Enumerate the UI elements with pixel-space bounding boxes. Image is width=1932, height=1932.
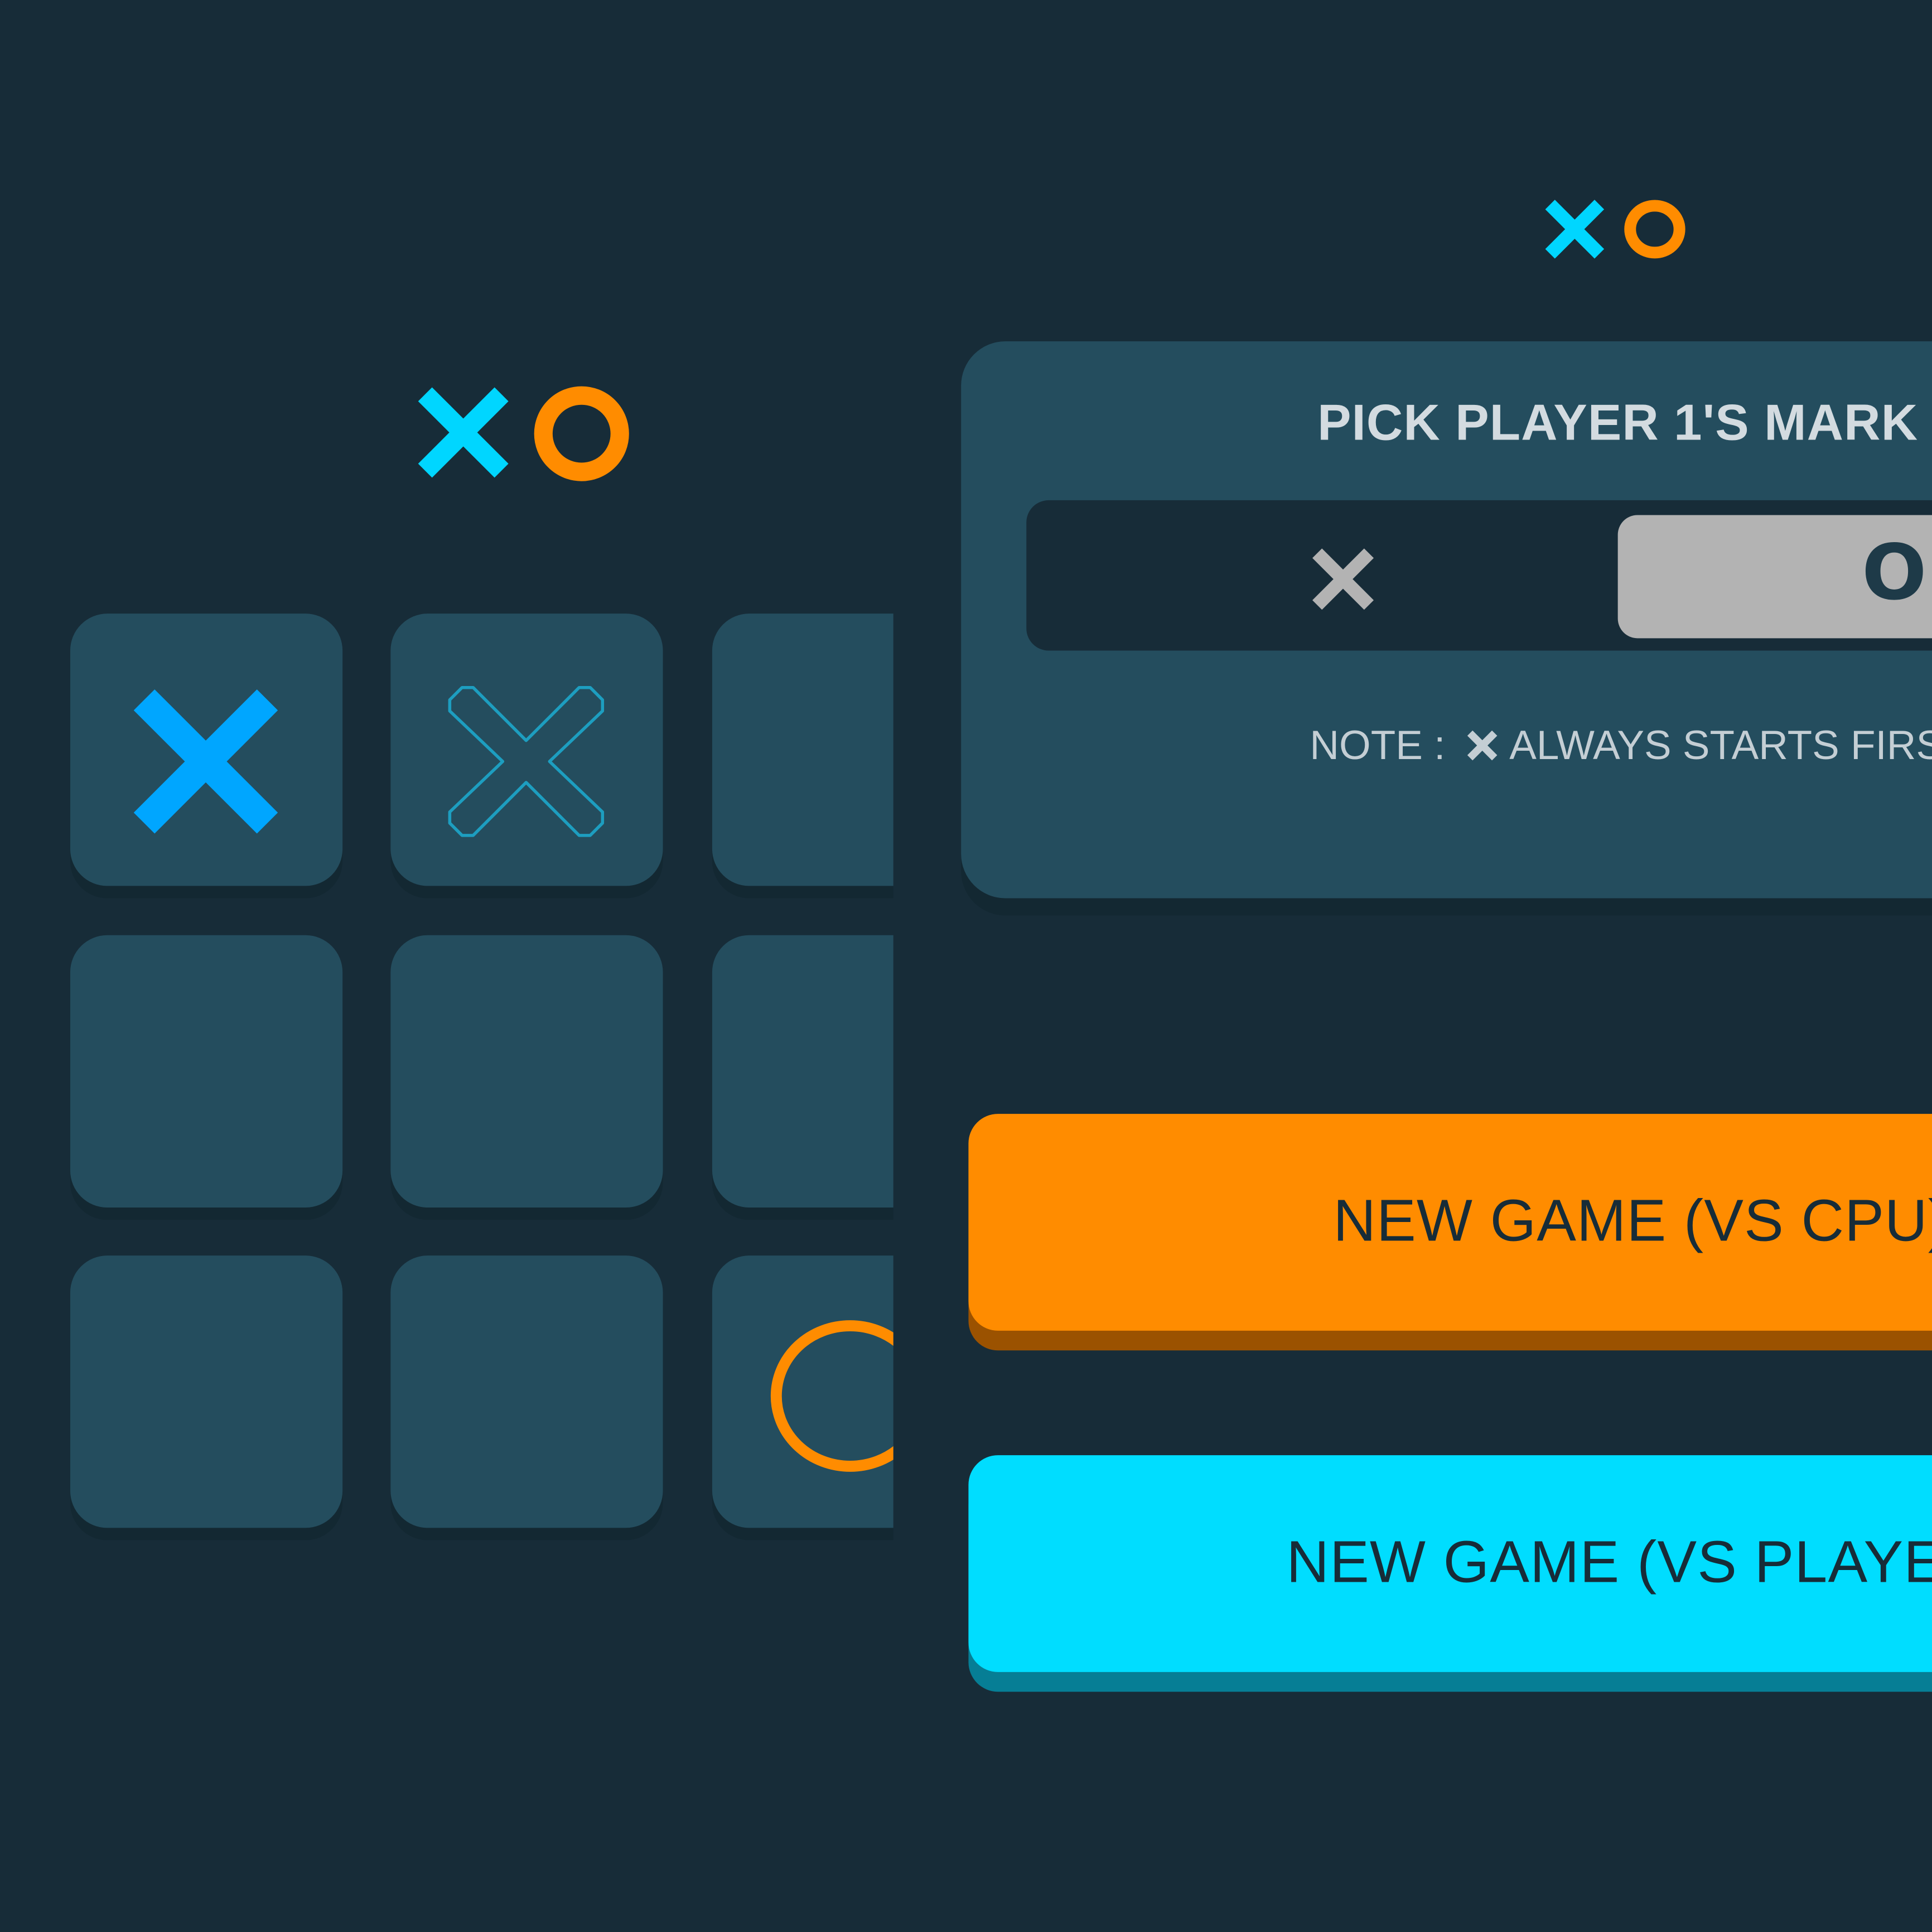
toggle-option-o[interactable]: O — [1617, 515, 1932, 639]
new-game-vs-player-button[interactable]: NEW GAME (VS PLAYER) — [968, 1455, 1932, 1672]
note-prefix: NOTE : — [1310, 722, 1446, 768]
note-line: NOTE : ALWAYS STARTS FIRST — [1310, 722, 1932, 769]
board-cell-2[interactable] — [390, 614, 663, 886]
new-game-menu: PICK PLAYER 1'S MARK O NOTE : ALWAYS STA… — [893, 0, 1932, 1932]
mark-toggle: O — [1026, 500, 1932, 651]
o-mark-icon — [1624, 200, 1685, 259]
board-cell-5[interactable] — [390, 935, 663, 1208]
board-cell-7[interactable] — [70, 1255, 343, 1528]
board-cell-6[interactable] — [712, 935, 893, 1208]
board-cell-8[interactable] — [390, 1255, 663, 1528]
x-mark-icon — [133, 689, 278, 834]
game-logo — [416, 384, 632, 483]
button-label: NEW GAME (VS PLAYER) — [1286, 1530, 1932, 1596]
board-cell-9[interactable] — [712, 1255, 893, 1528]
x-mark-icon — [418, 387, 509, 478]
board-cell-4[interactable] — [70, 935, 343, 1208]
board-cell-3[interactable] — [712, 614, 893, 886]
o-mark-label: O — [1862, 527, 1927, 617]
x-mark-icon — [1467, 730, 1498, 761]
x-mark-icon — [1545, 200, 1605, 259]
menu-logo — [1544, 199, 1687, 260]
game-board-panel — [0, 0, 893, 1932]
o-outline-icon — [770, 1320, 893, 1472]
button-label: NEW GAME (VS CPU) — [1333, 1189, 1932, 1254]
o-mark-icon — [534, 386, 629, 481]
screen: PICK PLAYER 1'S MARK O NOTE : ALWAYS STA… — [0, 0, 1932, 1932]
note-text: ALWAYS STARTS FIRST — [1509, 722, 1932, 768]
pick-mark-title: PICK PLAYER 1'S MARK — [1317, 394, 1919, 451]
x-mark-icon — [1312, 548, 1374, 610]
board-cell-1[interactable] — [70, 614, 343, 886]
new-game-vs-cpu-button[interactable]: NEW GAME (VS CPU) — [968, 1114, 1932, 1331]
toggle-option-x[interactable] — [1041, 515, 1618, 638]
x-outline-icon — [448, 685, 605, 837]
